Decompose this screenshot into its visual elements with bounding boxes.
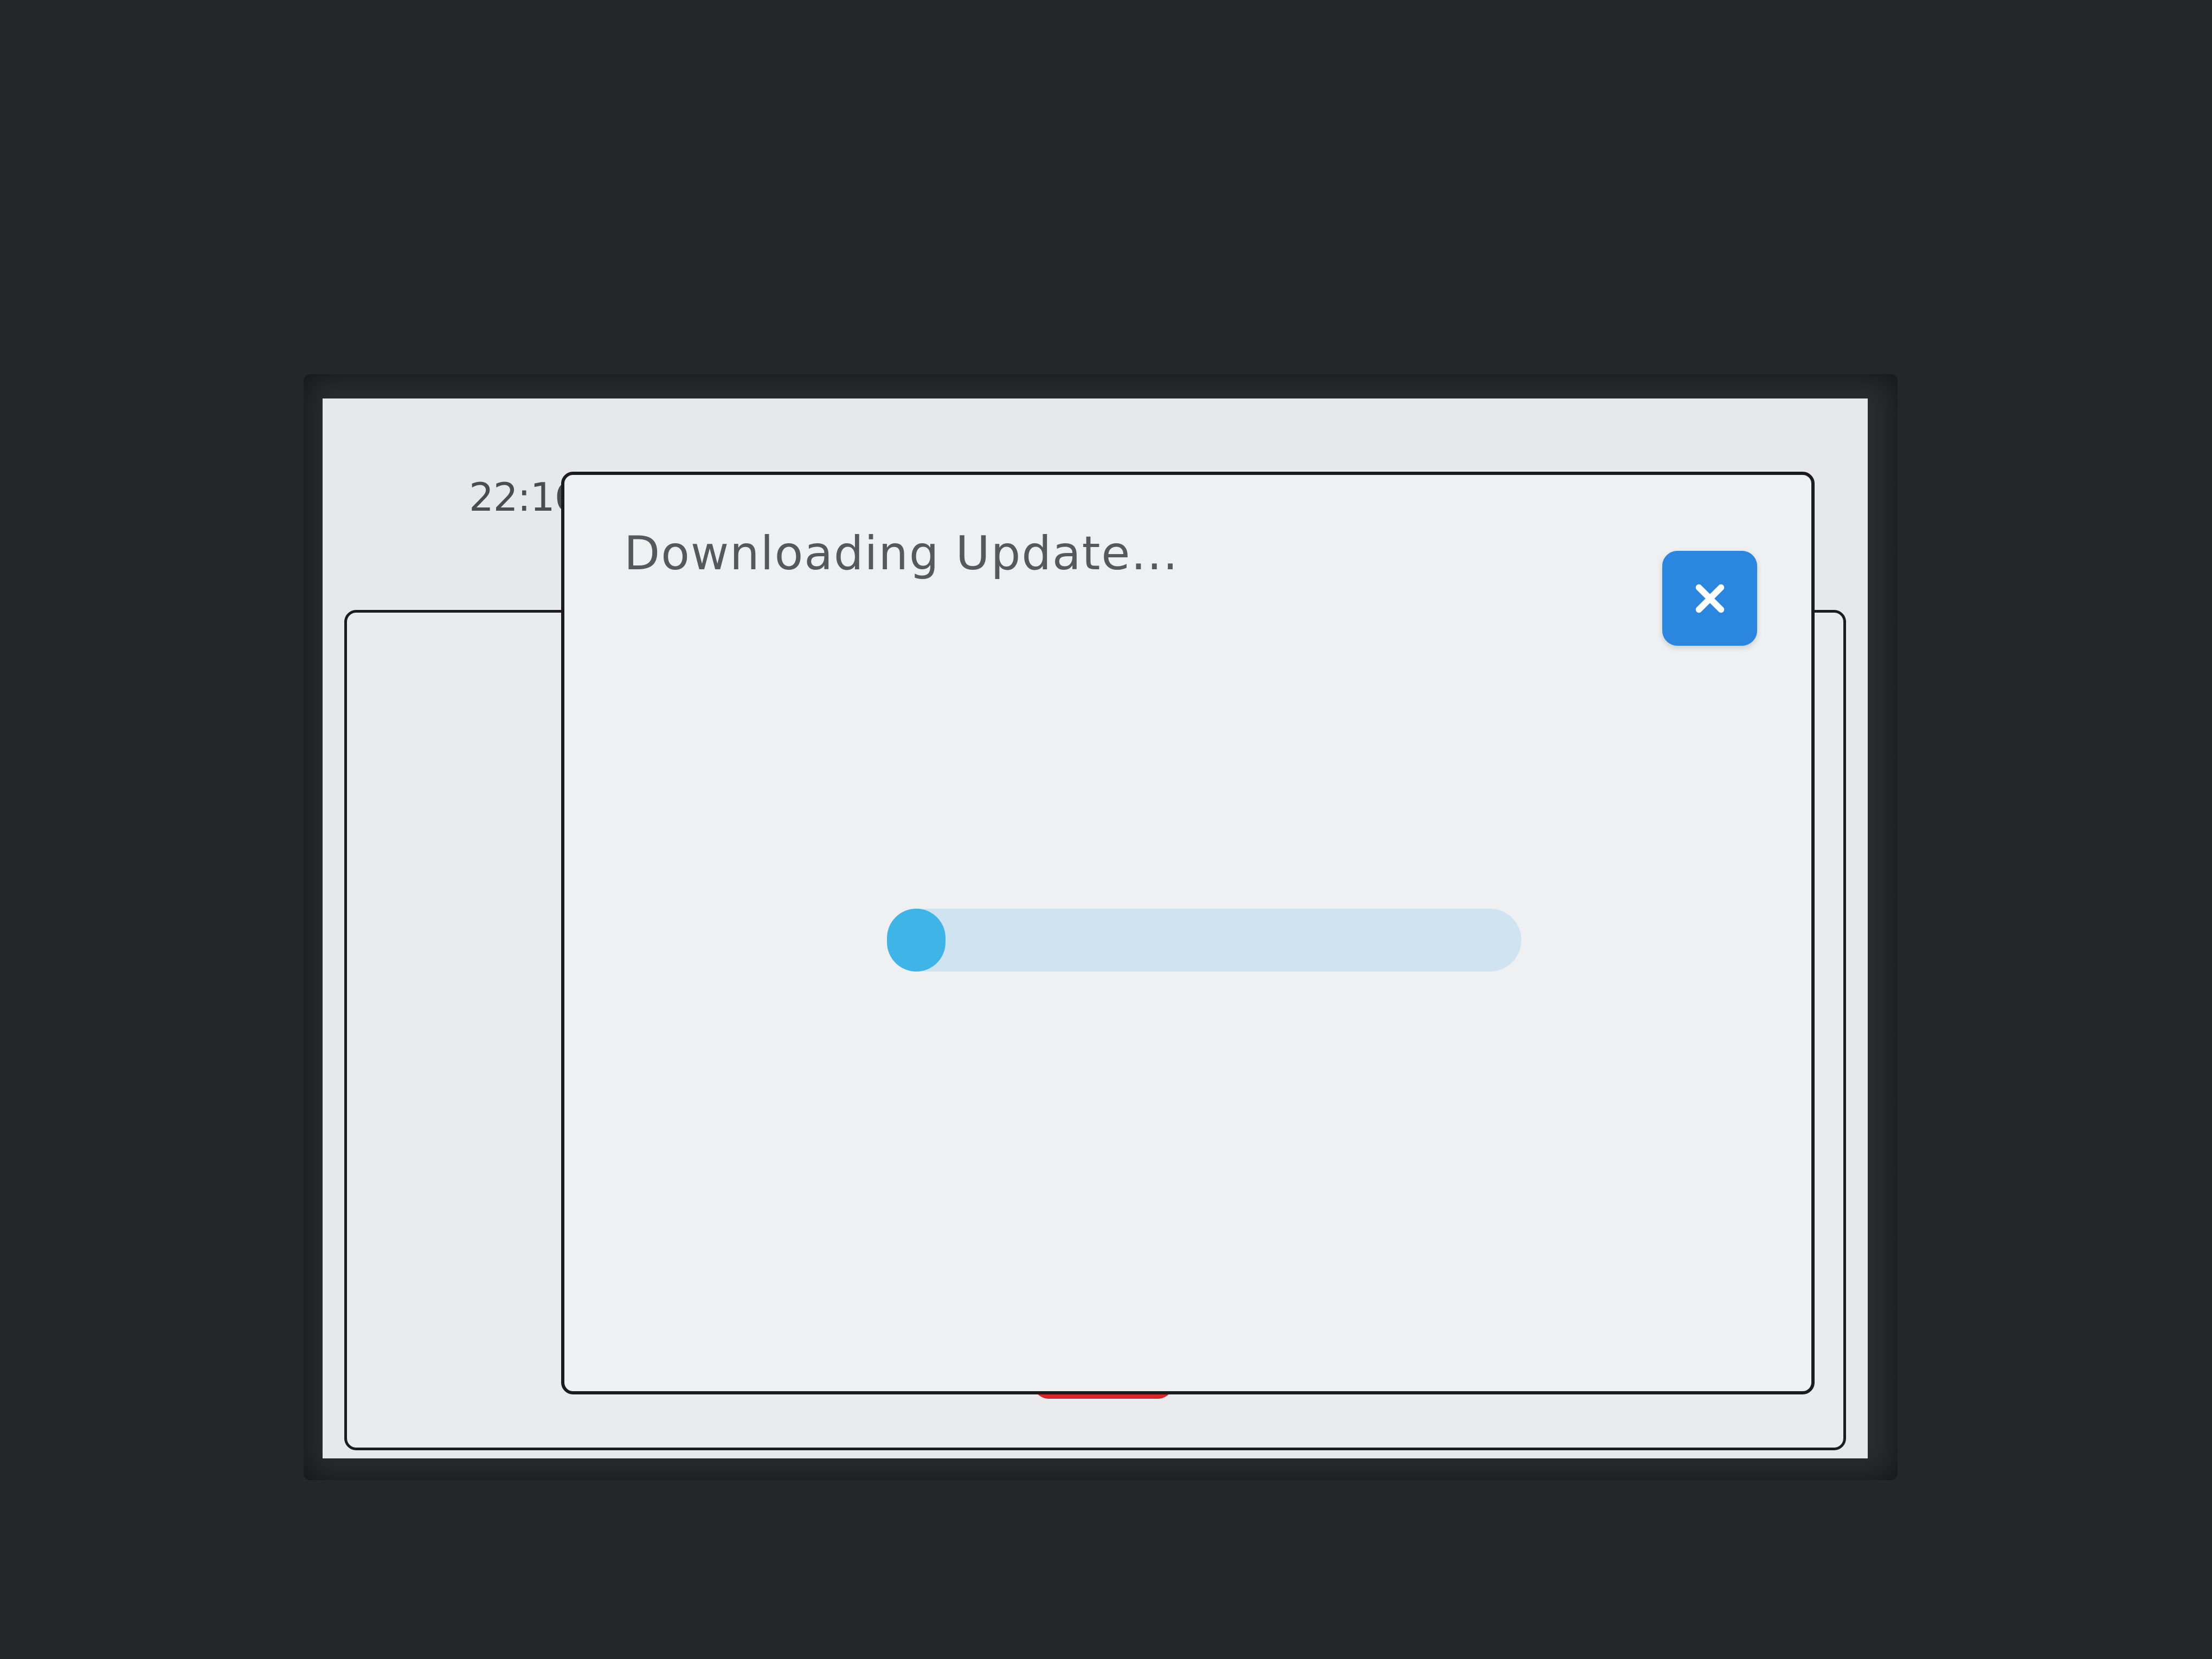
progress-bar bbox=[887, 909, 1521, 972]
dialog-title: Downloading Update... bbox=[624, 526, 1179, 581]
progress-fill bbox=[887, 909, 946, 972]
close-icon bbox=[1695, 584, 1724, 613]
device-screen: 22:16 Downloading Update... bbox=[323, 398, 1868, 1458]
update-dialog: Downloading Update... bbox=[561, 472, 1815, 1394]
close-button[interactable] bbox=[1662, 551, 1757, 646]
